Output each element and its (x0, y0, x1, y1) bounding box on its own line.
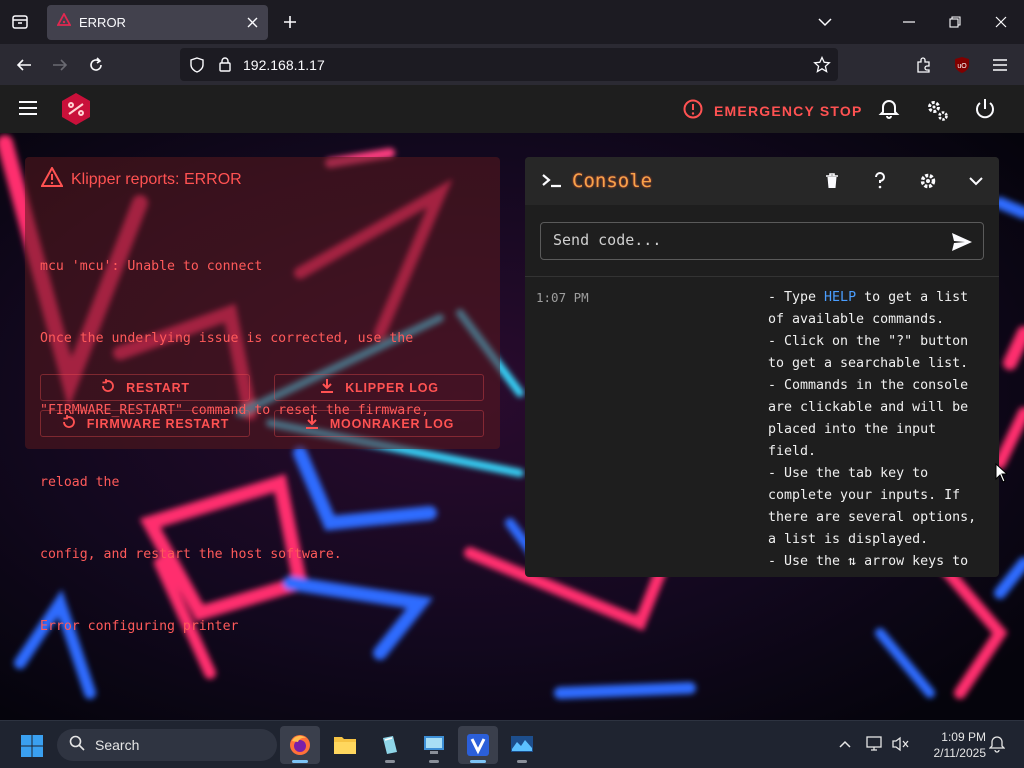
notifications-bell-icon[interactable] (878, 98, 900, 125)
reload-icon[interactable] (85, 54, 107, 76)
settings-cogs-icon[interactable] (925, 98, 949, 127)
close-window-icon[interactable] (991, 12, 1011, 32)
restart-label: RESTART (126, 380, 190, 395)
error-message: mcu 'mcu': Unable to connect Once the un… (40, 207, 495, 687)
klipper-error-panel: Klipper reports: ERROR mcu 'mcu': Unable… (25, 157, 500, 634)
tab-favicon-icon (56, 12, 72, 32)
browser-nav-bar: 192.168.1.17 uO (0, 44, 1024, 85)
console-input[interactable] (553, 231, 933, 249)
error-header: Klipper reports: ERROR (40, 165, 242, 192)
browser-tab[interactable]: ERROR (47, 5, 268, 40)
browser-tab-bar: ERROR (0, 0, 1024, 44)
v-app-icon[interactable] (458, 726, 498, 764)
help-command-link[interactable]: HELP (824, 290, 856, 305)
remote-desktop-icon[interactable] (414, 726, 454, 764)
console-panel: Console 1:07 PM - Type HELP to get a lis… (525, 157, 999, 577)
minimize-icon[interactable] (899, 12, 919, 32)
restart-icon (61, 414, 77, 433)
klipper-app: EMERGENCY STOP Klipper reports: ERROR mc… (0, 85, 1024, 720)
forward-icon[interactable] (49, 54, 71, 76)
clock-time: 1:09 PM (941, 730, 986, 744)
windows-start-icon[interactable] (20, 734, 44, 758)
monitor-app-icon[interactable] (502, 726, 542, 764)
file-explorer-icon[interactable] (325, 726, 365, 764)
restart-icon (100, 378, 116, 397)
emergency-stop-label: EMERGENCY STOP (714, 102, 863, 119)
error-line: reload the (40, 475, 120, 490)
error-line: config, and restart the host software. (40, 547, 342, 562)
error-title: Klipper reports: ERROR (71, 170, 242, 188)
power-icon[interactable] (974, 98, 996, 125)
windows-taskbar: Search 1:09 PM 2/11/2025 (0, 720, 1024, 768)
klipper-log-label: KLIPPER LOG (345, 380, 439, 395)
new-tab-icon[interactable] (280, 12, 300, 32)
tab-close-icon[interactable] (244, 14, 260, 30)
console-divider (525, 276, 999, 277)
search-icon (69, 735, 85, 756)
app-bar: EMERGENCY STOP (0, 85, 1024, 133)
alert-circle-icon (683, 99, 703, 122)
console-text: - Type (768, 290, 825, 305)
download-icon (319, 378, 335, 397)
download-icon (304, 414, 320, 433)
back-icon[interactable] (13, 54, 35, 76)
console-text: - Click on the "?" button to get a searc… (768, 334, 977, 569)
bookmark-star-icon[interactable] (813, 55, 831, 79)
url-text[interactable]: 192.168.1.17 (243, 57, 325, 73)
console-entry-time: 1:07 PM (536, 290, 589, 305)
notification-bell-icon[interactable] (988, 735, 1006, 753)
list-all-tabs-icon[interactable] (815, 12, 835, 32)
chevron-up-icon[interactable] (836, 735, 854, 753)
emergency-stop-button[interactable]: EMERGENCY STOP (683, 99, 863, 122)
help-icon[interactable] (870, 171, 890, 191)
console-entry-message: - Type HELP to get a list of available c… (768, 287, 990, 573)
error-line: Once the underlying issue is corrected, … (40, 331, 414, 346)
lock-icon[interactable] (217, 56, 233, 78)
send-icon[interactable] (951, 231, 973, 253)
mainsail-logo-icon[interactable] (59, 92, 93, 131)
firmware-restart-label: FIRMWARE RESTART (86, 416, 230, 431)
app-glass-icon[interactable] (370, 726, 410, 764)
console-title: Console (572, 170, 653, 192)
shield-icon[interactable] (189, 57, 205, 78)
moonraker-log-button[interactable]: MOONRAKER LOG (274, 410, 484, 437)
display-icon[interactable] (866, 735, 884, 753)
firmware-restart-button[interactable]: FIRMWARE RESTART (40, 410, 250, 437)
error-line: mcu 'mcu': Unable to connect (40, 259, 263, 274)
console-input-field[interactable] (540, 222, 984, 260)
moonraker-log-label: MOONRAKER LOG (329, 416, 455, 431)
firefox-taskbar-icon[interactable] (280, 726, 320, 764)
console-prompt-icon (541, 173, 563, 194)
tab-title: ERROR (79, 15, 126, 30)
error-line: Error configuring printer (40, 619, 239, 634)
nav-menu-icon[interactable] (18, 100, 38, 121)
taskbar-search[interactable]: Search (57, 729, 277, 761)
extensions-icon[interactable] (913, 54, 935, 76)
klipper-log-button[interactable]: KLIPPER LOG (274, 374, 484, 401)
svg-text:uO: uO (957, 63, 967, 70)
console-header: Console (525, 157, 999, 205)
restore-icon[interactable] (945, 12, 965, 32)
warning-triangle-icon (40, 165, 64, 192)
mouse-cursor-icon (995, 462, 1009, 488)
trash-icon[interactable] (822, 171, 842, 191)
taskbar-clock[interactable]: 1:09 PM 2/11/2025 (910, 729, 987, 761)
tab-list-icon[interactable] (8, 10, 32, 34)
settings-gear-icon[interactable] (918, 171, 938, 191)
volume-muted-icon[interactable] (892, 735, 910, 753)
search-label: Search (95, 737, 140, 753)
clock-date: 2/11/2025 (933, 746, 987, 760)
menu-icon[interactable] (989, 54, 1011, 76)
ublock-icon[interactable]: uO (951, 54, 973, 76)
url-bar[interactable]: 192.168.1.17 (180, 48, 838, 81)
restart-button[interactable]: RESTART (40, 374, 250, 401)
chevron-down-icon[interactable] (966, 171, 986, 191)
